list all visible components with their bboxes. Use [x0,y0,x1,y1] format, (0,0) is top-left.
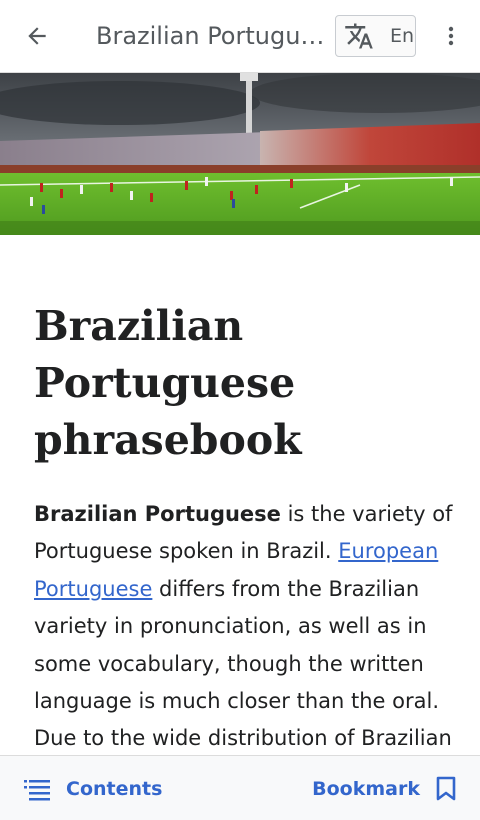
lead-paragraph: Brazilian Portuguese is the variety of P… [34,496,454,758]
back-button[interactable] [0,0,74,73]
list-icon [24,779,50,800]
more-vert-icon [448,26,454,46]
translate-icon [345,23,373,49]
bookmark-icon [436,776,456,800]
app-bar-title: Brazilian Portuguese phrasebook [96,22,328,50]
bottom-bar: Contents Bookmark [0,755,480,820]
bookmark-button[interactable]: Bookmark [312,756,456,820]
lead-text-2: differs from the Brazilian variety in pr… [34,576,452,751]
lead-bold-term: Brazilian Portuguese [34,502,281,526]
more-options-button[interactable] [434,16,468,56]
app-bar: Brazilian Portuguese phrasebook En [0,0,480,73]
contents-label: Contents [66,777,163,800]
language-button[interactable]: En [335,15,416,57]
language-code: En [390,25,415,47]
contents-button[interactable]: Contents [24,756,162,820]
arrow-left-icon [28,27,46,45]
banner-image [0,73,480,235]
page-title: Brazilian Portuguese phrasebook [34,302,302,464]
stadium-image [0,73,480,235]
bookmark-label: Bookmark [312,777,420,800]
